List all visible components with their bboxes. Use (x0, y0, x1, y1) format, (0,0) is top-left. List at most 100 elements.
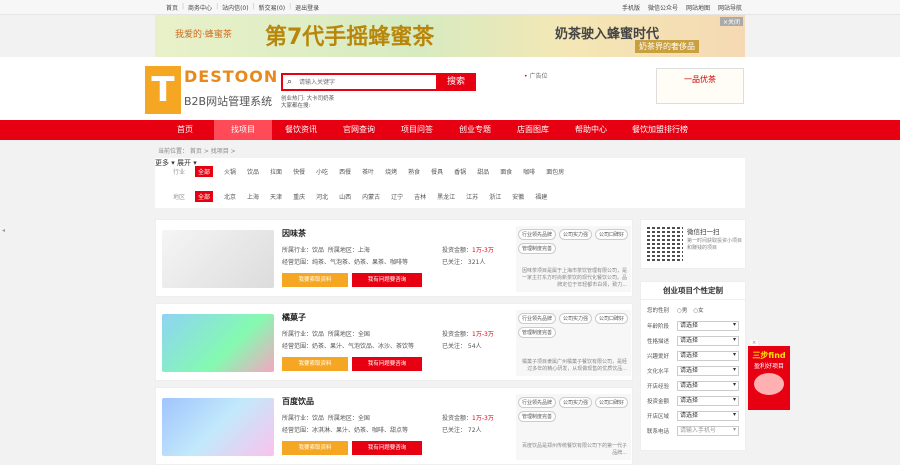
project-thumbnail[interactable] (162, 230, 274, 288)
region-option[interactable]: 上海 (247, 192, 259, 201)
tag-list: 行业领先品牌 公司实力强 公司口碑好管理制度完善 橘菓子项目隶属广州橘菓子餐饮有限公… (516, 310, 631, 376)
industry-option[interactable]: 烧烤 (385, 167, 397, 176)
header-ad-image[interactable]: 一品优茶 (656, 68, 744, 104)
sitemap-link[interactable]: 网站地图 (686, 3, 710, 12)
project-card[interactable]: 橘菓子 所属行业：饮品 所属地区：全国 经营范围：奶茶、果汁、气泡饮品、冰沙、茶… (155, 303, 633, 381)
region-value: 所属地区：全国 (327, 331, 370, 338)
logo-icon[interactable]: T (145, 66, 181, 114)
project-name[interactable]: 橘菓子 (282, 312, 306, 323)
custom-form-title: 创业项目个性定制 (641, 282, 745, 300)
industry-option[interactable]: 香锅 (454, 167, 466, 176)
consult-button[interactable]: 我有问题要咨询 (352, 441, 422, 455)
industry-option[interactable]: 咖啡 (523, 167, 535, 176)
industry-option[interactable]: 甜品 (477, 167, 489, 176)
region-option[interactable]: 北京 (224, 192, 236, 201)
nav-item-news[interactable]: 餐饮资讯 (272, 120, 330, 140)
ad-position[interactable]: • 广告位 (524, 71, 547, 80)
region-all[interactable]: 全部 (195, 190, 214, 202)
gender-female-radio[interactable]: ○女 (693, 306, 703, 314)
request-info-button[interactable]: 我要索取资料 (282, 273, 348, 287)
region-filter: 地区 全部 北京 上海 天津 重庆 河北 山西 内蒙古 辽宁 吉林 黑龙江 江苏… (155, 189, 558, 203)
top-banner-ad[interactable]: 我爱的·蜂蜜茶 第7代手摇蜂蜜茶 奶茶驶入蜂蜜时代 奶茶界的奢侈品 ×关闭 (155, 15, 745, 57)
phone-input[interactable]: 请输入手机号 (677, 426, 739, 436)
float-ad-title: 三步find (752, 351, 786, 360)
region-option[interactable]: 福建 (535, 192, 547, 201)
region-option[interactable]: 吉林 (414, 192, 426, 201)
floating-ad[interactable]: × 三步find 盈利好项目 (748, 340, 790, 410)
industry-option[interactable]: 熟食 (408, 167, 420, 176)
gender-row: 您的性别 ○男 ○女 (647, 306, 710, 314)
gender-male-label: 男 (681, 308, 688, 314)
industry-option[interactable]: 拉面 (270, 167, 282, 176)
experience-select[interactable]: 请选择 (677, 381, 739, 391)
chevron-left-icon[interactable]: ◂ (2, 227, 5, 234)
float-ad-close-button[interactable]: × (750, 340, 759, 346)
gender-male-radio[interactable]: ○男 (677, 306, 687, 314)
inbox-link[interactable]: 站内信(0) (222, 3, 249, 12)
phone-label: 联系电话 (647, 429, 670, 435)
education-select[interactable]: 请选择 (677, 366, 739, 376)
filter-panel: 行业 全部 火锅 饮品 拉面 快餐 小吃 西餐 茶叶 烧烤 熟食 餐具 香锅 甜… (155, 158, 745, 208)
request-info-button[interactable]: 我要索取资料 (282, 357, 348, 371)
age-select[interactable]: 请选择 (677, 321, 739, 331)
tag: 公司实力强 (559, 397, 593, 408)
project-thumbnail[interactable] (162, 398, 274, 456)
project-name[interactable]: 百度饮品 (282, 396, 314, 407)
region-option[interactable]: 重庆 (293, 192, 305, 201)
logout-link[interactable]: 退出登录 (295, 3, 319, 12)
industry-option[interactable]: 面食 (500, 167, 512, 176)
business-center-link[interactable]: 商务中心 (188, 3, 212, 12)
nav-item-gallery[interactable]: 店面图库 (504, 120, 562, 140)
industry-option[interactable]: 火锅 (224, 167, 236, 176)
nav-item-help[interactable]: 帮助中心 (562, 120, 620, 140)
mobile-link[interactable]: 手机版 (622, 3, 640, 12)
search-input[interactable] (299, 77, 439, 88)
invest-label: 投资金额： (442, 247, 473, 254)
search-button[interactable]: 搜索 (436, 73, 476, 91)
industry-option[interactable]: 小吃 (316, 167, 328, 176)
breadcrumb[interactable]: 当前位置： 首页 > 找项目 > (158, 146, 236, 155)
consult-button[interactable]: 我有问题要咨询 (352, 357, 422, 371)
invest-value: 1万-3万 (472, 247, 494, 254)
region-option[interactable]: 浙江 (489, 192, 501, 201)
region-option[interactable]: 河北 (316, 192, 328, 201)
region-option[interactable]: 黑龙江 (437, 192, 455, 201)
nav-item-topics[interactable]: 创业专题 (446, 120, 504, 140)
home-link[interactable]: 首页 (166, 3, 178, 12)
region-option[interactable]: 天津 (270, 192, 282, 201)
nav-item-home[interactable]: 首页 (156, 120, 214, 140)
region-option[interactable]: 江苏 (466, 192, 478, 201)
wechat-link[interactable]: 微信公众号 (648, 3, 678, 12)
request-info-button[interactable]: 我要索取资料 (282, 441, 348, 455)
industry-option[interactable]: 饮品 (247, 167, 259, 176)
hobby-select[interactable]: 请选择 (677, 351, 739, 361)
industry-option[interactable]: 西餐 (339, 167, 351, 176)
nav-item-official-query[interactable]: 官网查询 (330, 120, 388, 140)
area-select[interactable]: 请选择 (677, 411, 739, 421)
industry-all[interactable]: 全部 (195, 165, 214, 177)
logo-name[interactable]: DESTOON (184, 67, 278, 86)
industry-option[interactable]: 面包房 (546, 167, 564, 176)
nav-item-find-project[interactable]: 找项目 (214, 120, 272, 140)
new-trade-link[interactable]: 新交易(0) (259, 3, 286, 12)
industry-option[interactable]: 餐具 (431, 167, 443, 176)
project-card[interactable]: 因味茶 所属行业：饮品 所属地区：上海 经营范围：纯茶、气泡茶、奶茶、果茶、咖啡… (155, 219, 633, 297)
industry-option[interactable]: 茶叶 (362, 167, 374, 176)
nav-item-ranking[interactable]: 餐饮加盟排行榜 (620, 120, 700, 140)
region-option[interactable]: 辽宁 (391, 192, 403, 201)
project-name[interactable]: 因味茶 (282, 228, 306, 239)
banner-close-button[interactable]: ×关闭 (719, 17, 743, 26)
nav-item-qa[interactable]: 项目问答 (388, 120, 446, 140)
site-nav-link[interactable]: 网站导航 (718, 3, 742, 12)
logo-subtitle: B2B网站管理系统 (184, 95, 273, 108)
consult-button[interactable]: 我有问题要咨询 (352, 273, 422, 287)
region-option[interactable]: 安徽 (512, 192, 524, 201)
region-option[interactable]: 山西 (339, 192, 351, 201)
personality-select[interactable]: 请选择 (677, 336, 739, 346)
project-meta: 所属行业：饮品 所属地区：上海 (282, 245, 370, 254)
invest-amount-select[interactable]: 请选择 (677, 396, 739, 406)
industry-option[interactable]: 快餐 (293, 167, 305, 176)
region-option[interactable]: 内蒙古 (362, 192, 380, 201)
project-thumbnail[interactable] (162, 314, 274, 372)
project-card[interactable]: 百度饮品 所属行业：饮品 所属地区：全国 经营范围：冰淇淋、果汁、奶茶、咖啡、甜… (155, 387, 633, 465)
